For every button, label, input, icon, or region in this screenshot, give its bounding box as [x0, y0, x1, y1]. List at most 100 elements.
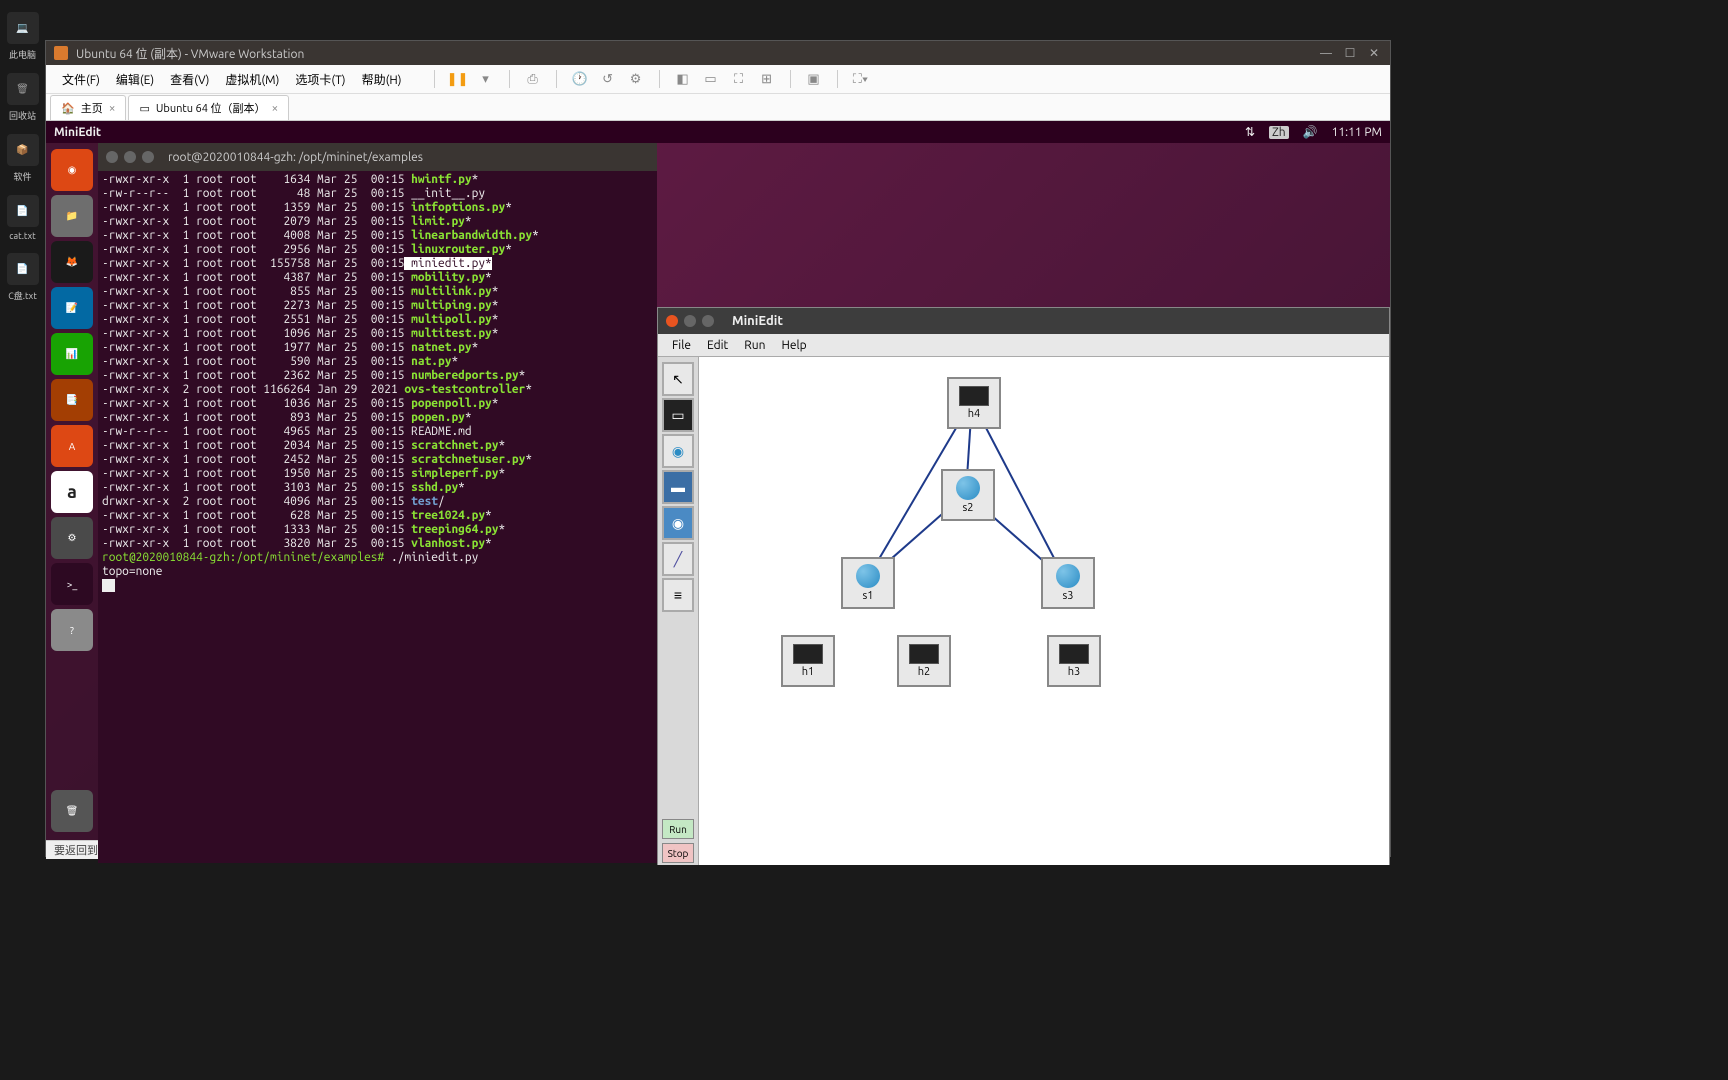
ubuntu-topbar: MiniEdit ⇅ Zh 🔊 11:11 PM [46, 121, 1390, 143]
pause-icon[interactable]: ❚❚ [449, 70, 467, 88]
terminal-icon[interactable]: >_ [51, 563, 93, 605]
active-app-title: MiniEdit [54, 126, 101, 139]
software-icon[interactable]: A [51, 425, 93, 467]
close-button[interactable]: ✕ [1366, 45, 1382, 61]
maximize-button[interactable]: ☐ [1342, 45, 1358, 61]
controller-tool[interactable]: ≡ [662, 578, 694, 612]
node-label: s3 [1063, 590, 1074, 602]
host-tool[interactable]: ▭ [662, 398, 694, 432]
snapshot-manage-icon[interactable]: ⚙ [627, 70, 645, 88]
node-s3[interactable]: s3 [1041, 557, 1095, 609]
desktop-icon-software[interactable]: 📦 [7, 134, 39, 166]
term-max-icon[interactable] [142, 151, 154, 163]
close-icon[interactable]: × [271, 102, 278, 115]
menu-view[interactable]: 查看(V) [162, 71, 217, 88]
menu-file[interactable]: 文件(F) [54, 71, 108, 88]
settings-icon[interactable]: ⚙ [51, 517, 93, 559]
miniedit-min-icon[interactable] [684, 315, 696, 327]
terminal-content[interactable]: -rwxr-xr-x 1 root root 1634 Mar 25 00:15… [98, 171, 657, 595]
switch-tool[interactable]: ◉ [662, 434, 694, 468]
desktop-icon-cattxt[interactable]: 📄 [7, 195, 39, 227]
screenshot-icon[interactable]: ⎙ [524, 70, 542, 88]
vm-content: MiniEdit ⇅ Zh 🔊 11:11 PM ◉ 📁 🦊 📝 📊 📑 A a… [46, 121, 1390, 840]
help-icon[interactable]: ? [51, 609, 93, 651]
fullscreen-icon[interactable]: ⛶▾ [852, 70, 870, 88]
ubuntu-dash-icon[interactable]: ◉ [51, 149, 93, 191]
tab-home[interactable]: 🏠 主页 × [50, 95, 126, 120]
snapshot-revert-icon[interactable]: ↺ [599, 70, 617, 88]
dropdown-icon[interactable]: ▾ [477, 70, 495, 88]
desktop-icon-cdisk[interactable]: 📄 [7, 253, 39, 285]
desktop-icon-recycle[interactable]: 🗑 [7, 73, 39, 105]
run-button[interactable]: Run [662, 819, 694, 839]
close-icon[interactable]: × [109, 102, 116, 115]
vm-icon: ▭ [139, 102, 149, 115]
stop-button[interactable]: Stop [662, 843, 694, 863]
menu-vm[interactable]: 虚拟机(M) [217, 71, 287, 88]
node-h4[interactable]: h4 [947, 377, 1001, 429]
files-icon[interactable]: 📁 [51, 195, 93, 237]
layout3-icon[interactable]: ⛶ [730, 70, 748, 88]
cursor-tool[interactable]: ↖ [662, 362, 694, 396]
clock[interactable]: 11:11 PM [1332, 126, 1382, 139]
snapshot-icon[interactable]: 🕐 [571, 70, 589, 88]
legacy-router-tool[interactable]: ◉ [662, 506, 694, 540]
vmware-titlebar[interactable]: Ubuntu 64 位 (副本) - VMware Workstation — … [46, 41, 1390, 65]
tab-vm[interactable]: ▭ Ubuntu 64 位（副本） × [128, 95, 289, 120]
menu-edit[interactable]: 编辑(E) [108, 71, 162, 88]
layout2-icon[interactable]: ▭ [702, 70, 720, 88]
node-h3[interactable]: h3 [1047, 635, 1101, 687]
vmware-window: Ubuntu 64 位 (副本) - VMware Workstation — … [45, 40, 1391, 857]
link-tool[interactable]: ╱ [662, 542, 694, 576]
writer-icon[interactable]: 📝 [51, 287, 93, 329]
switch-icon [1056, 564, 1080, 588]
miniedit-menu-edit[interactable]: Edit [699, 339, 736, 352]
menu-tabs[interactable]: 选项卡(T) [287, 71, 353, 88]
layout1-icon[interactable]: ◧ [674, 70, 692, 88]
layout4-icon[interactable]: ⊞ [758, 70, 776, 88]
node-h2[interactable]: h2 [897, 635, 951, 687]
miniedit-menu-run[interactable]: Run [736, 339, 773, 352]
node-label: s1 [863, 590, 874, 602]
node-s1[interactable]: s1 [841, 557, 895, 609]
miniedit-close-icon[interactable] [666, 315, 678, 327]
legacy-switch-tool[interactable]: ▬ [662, 470, 694, 504]
miniedit-canvas[interactable]: h4 s2 s1 s3 h1 h2 h3 [699, 357, 1389, 865]
term-close-icon[interactable] [106, 151, 118, 163]
miniedit-max-icon[interactable] [702, 315, 714, 327]
amazon-icon[interactable]: a [51, 471, 93, 513]
menu-help[interactable]: 帮助(H) [354, 71, 410, 88]
miniedit-window[interactable]: MiniEdit File Edit Run Help ↖ ▭ ◉ ▬ ◉ ╱ … [657, 307, 1390, 865]
terminal-window[interactable]: root@2020010844-gzh: /opt/mininet/exampl… [98, 143, 657, 863]
miniedit-menu-help[interactable]: Help [773, 339, 814, 352]
vmware-title: Ubuntu 64 位 (副本) - VMware Workstation [76, 45, 1310, 62]
node-label: h1 [802, 666, 815, 678]
unity-icon[interactable]: ▣ [805, 70, 823, 88]
desktop-icon-thispc[interactable]: 💻 [7, 12, 39, 44]
host-icon [909, 644, 939, 664]
host-icon [959, 386, 989, 406]
minimize-button[interactable]: — [1318, 45, 1334, 61]
input-method[interactable]: Zh [1269, 126, 1289, 139]
firefox-icon[interactable]: 🦊 [51, 241, 93, 283]
volume-icon[interactable]: 🔊 [1303, 125, 1318, 139]
trash-icon[interactable]: 🗑 [51, 790, 93, 832]
host-desktop: 💻 此电脑 🗑 回收站 📦 软件 📄 cat.txt 📄 C盘.txt [0, 0, 45, 1080]
node-label: h4 [968, 408, 981, 420]
calc-icon[interactable]: 📊 [51, 333, 93, 375]
node-label: h2 [918, 666, 931, 678]
network-icon[interactable]: ⇅ [1245, 125, 1255, 139]
vmware-menubar: 文件(F) 编辑(E) 查看(V) 虚拟机(M) 选项卡(T) 帮助(H) ❚❚… [46, 65, 1390, 94]
home-icon: 🏠 [61, 102, 75, 115]
miniedit-menu-file[interactable]: File [664, 339, 699, 352]
node-h1[interactable]: h1 [781, 635, 835, 687]
impress-icon[interactable]: 📑 [51, 379, 93, 421]
switch-icon [956, 476, 980, 500]
host-icon [1059, 644, 1089, 664]
vmware-tabs: 🏠 主页 × ▭ Ubuntu 64 位（副本） × [46, 94, 1390, 121]
miniedit-titlebar[interactable]: MiniEdit [658, 308, 1389, 334]
terminal-titlebar[interactable]: root@2020010844-gzh: /opt/mininet/exampl… [98, 143, 657, 171]
term-min-icon[interactable] [124, 151, 136, 163]
node-s2[interactable]: s2 [941, 469, 995, 521]
switch-icon [856, 564, 880, 588]
